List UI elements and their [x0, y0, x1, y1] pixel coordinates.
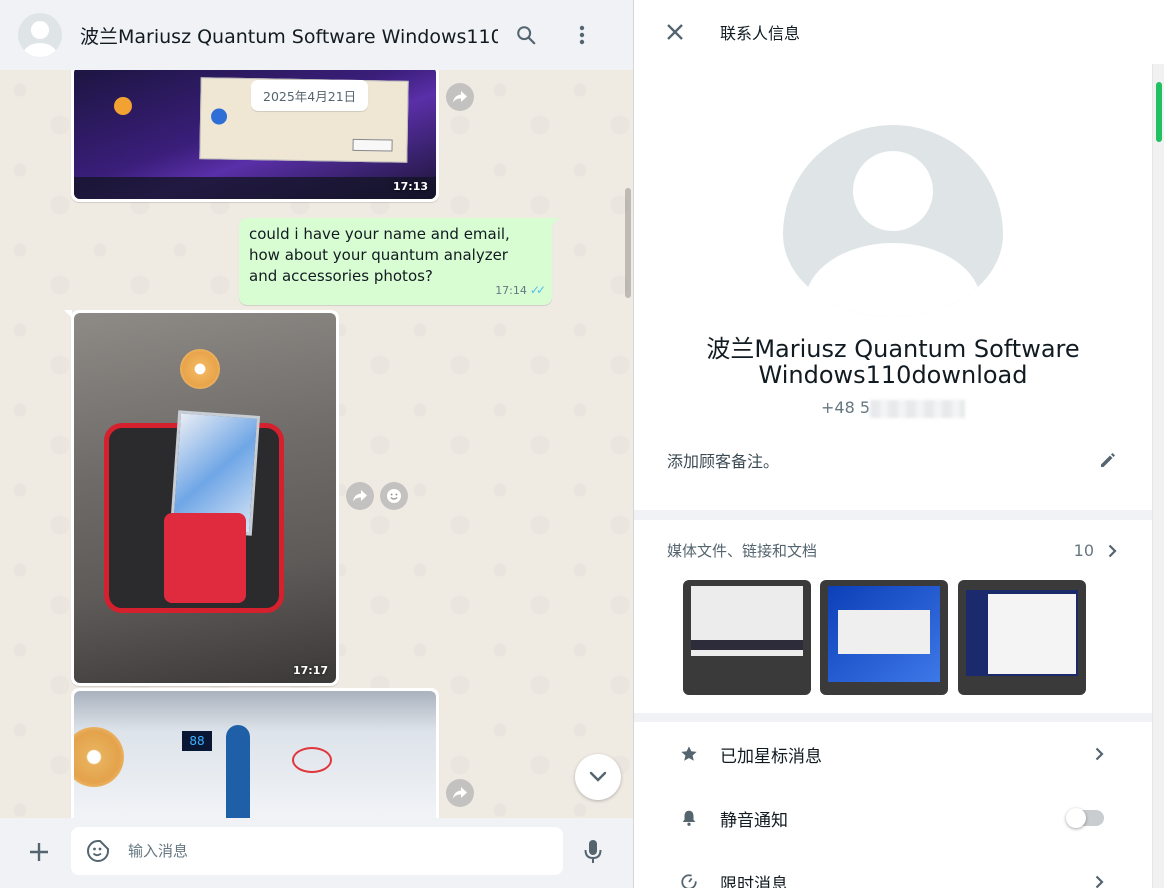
edit-pencil-icon[interactable] [1099, 451, 1117, 469]
media-header[interactable]: 媒体文件、链接和文档 10 [667, 540, 1117, 561]
info-header: 联系人信息 [634, 0, 1164, 64]
red-pouch-graphic [164, 513, 246, 603]
thumbnail-image [988, 594, 1076, 674]
menu-dots-icon[interactable] [562, 15, 602, 55]
date-chip: 2025年4月21日 [251, 80, 369, 111]
media-label: 媒体文件、链接和文档 [667, 542, 818, 560]
profile-avatar[interactable] [783, 125, 1003, 317]
message-time: 17:14 [495, 284, 527, 297]
profile-section: 波兰Mariusz Quantum Software Windows110dow… [634, 64, 1164, 510]
media-section: 媒体文件、链接和文档 10 [634, 520, 1152, 713]
star-icon [681, 746, 697, 761]
phone-prefix: +48 5 [820, 398, 871, 417]
message-box[interactable] [71, 827, 563, 875]
profile-phone: +48 5 [634, 398, 1152, 418]
search-icon[interactable] [506, 15, 546, 55]
message-image[interactable]: 17:17 [74, 313, 336, 683]
outgoing-message[interactable]: could i have your name and email, how ab… [239, 218, 559, 305]
timer-icon [681, 874, 697, 888]
chevron-right-icon [1095, 875, 1104, 888]
chat-header[interactable]: 波兰Mariusz Quantum Software Windows110dow [0, 0, 633, 70]
sticker-icon[interactable] [86, 839, 110, 863]
cd-graphic [180, 349, 220, 389]
starred-messages-label: 已加星标消息 [720, 746, 822, 767]
phone-redacted [870, 399, 966, 418]
chat-pane: 波兰Mariusz Quantum Software Windows110dow… [0, 0, 634, 888]
forward-icon[interactable] [446, 83, 474, 111]
chat-scrollbar[interactable] [625, 188, 631, 298]
display-graphic: 88 [182, 731, 212, 751]
chat-title[interactable]: 波兰Mariusz Quantum Software Windows110dow [80, 22, 498, 49]
message-time: 17:17 [292, 664, 328, 677]
image-message[interactable]: 17:17 [64, 310, 339, 686]
bell-icon [682, 810, 696, 826]
forward-icon[interactable] [446, 779, 474, 807]
mute-notifications-row[interactable]: 静音通知 [634, 786, 1152, 850]
attach-plus-icon[interactable] [22, 835, 56, 869]
message-text: could i have your name and email, how ab… [249, 225, 510, 285]
starred-messages-row[interactable]: 已加星标消息 [634, 722, 1152, 786]
chevron-right-icon [1095, 747, 1104, 761]
read-ticks-icon: ✓✓ [529, 283, 546, 297]
thumbnail-image [838, 610, 930, 654]
media-thumbnail[interactable] [820, 580, 948, 695]
cd-graphic [74, 727, 124, 787]
atom-graphic [292, 747, 332, 773]
chevron-down-icon [589, 771, 607, 782]
forward-icon[interactable] [346, 482, 374, 510]
emoji-react-icon[interactable] [380, 482, 408, 510]
message-input[interactable] [128, 842, 528, 860]
message-list[interactable]: 17:13 2025年4月21日 could i have your name … [0, 70, 633, 818]
disappearing-messages-label: 限时消息 [720, 874, 788, 888]
media-thumbnail[interactable] [958, 580, 1086, 695]
media-count: 10 [1073, 541, 1094, 560]
close-icon[interactable] [664, 21, 686, 43]
media-count-group: 10 [1074, 541, 1117, 560]
customer-note-row[interactable]: 添加顾客备注。 [667, 448, 1117, 472]
body-figure-graphic [226, 725, 250, 818]
media-thumbnail[interactable] [683, 580, 811, 695]
message-time: 17:13 [392, 180, 428, 193]
image-message[interactable]: 88 [71, 688, 439, 818]
mute-notifications-label: 静音通知 [720, 810, 788, 831]
microphone-icon[interactable] [578, 835, 608, 869]
thumbnail-image [691, 640, 803, 650]
message-image[interactable]: 88 [74, 691, 436, 818]
contact-avatar[interactable] [18, 13, 62, 57]
disappearing-messages-row[interactable]: 限时消息 [634, 850, 1152, 888]
taskbar-graphic [74, 177, 436, 199]
info-scrollbar[interactable] [1152, 64, 1164, 888]
contact-info-pane: 联系人信息 波兰Mariusz Quantum Software Windows… [634, 0, 1164, 888]
settings-list: 已加星标消息 静音通知 限时消息 [634, 722, 1152, 888]
info-title: 联系人信息 [720, 24, 801, 43]
desktop-icon-graphic [114, 97, 132, 115]
profile-name: 波兰Mariusz Quantum Software Windows110dow… [706, 335, 1080, 389]
scroll-down-button[interactable] [575, 754, 621, 800]
info-scrollbar-thumb[interactable] [1156, 82, 1162, 142]
chevron-right-icon[interactable] [1108, 544, 1117, 558]
customer-note: 添加顾客备注。 [667, 452, 780, 471]
mute-toggle[interactable] [1066, 808, 1104, 828]
composer [0, 818, 633, 888]
